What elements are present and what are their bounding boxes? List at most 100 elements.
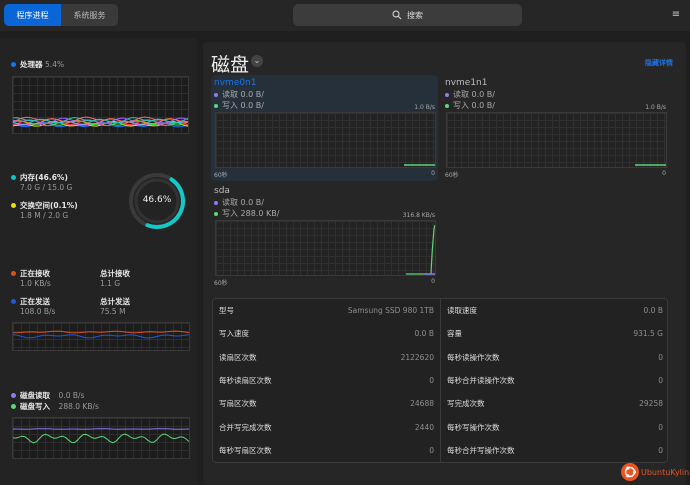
info-key: 写入速度	[219, 328, 249, 339]
top-bar: 程序进程 系统服务 搜索 ≡	[0, 0, 690, 31]
info-row: 每秒读操作次数 0	[441, 346, 669, 369]
disk-chart	[446, 112, 667, 168]
info-key: 每秒合并写操作次数	[447, 445, 515, 456]
info-value: 2122620	[401, 353, 434, 362]
net-recv: 正在接收	[11, 268, 50, 279]
info-key: 每秒写扇区次数	[219, 445, 272, 456]
disk-chart-max: 1.0 B/s	[214, 104, 435, 111]
memory-ring-label: 46.6%	[127, 195, 187, 205]
memory-value: 7.0 G / 15.0 G	[20, 183, 72, 192]
info-key: 型号	[219, 305, 234, 316]
disk-read-line	[13, 429, 189, 430]
disk-read-line: 读取 0.0 B/	[214, 197, 264, 208]
info-value: 0	[658, 423, 663, 432]
info-value: 0	[429, 376, 434, 385]
disk-write-title: 磁盘写入	[20, 402, 50, 411]
info-key: 每秒读扇区次数	[219, 375, 272, 386]
network-chart	[12, 322, 190, 351]
memory-label: 内存(46.6%)	[11, 172, 68, 183]
recv-title: 正在接收	[20, 269, 50, 278]
read-dot	[214, 201, 218, 205]
disk-chart-xend: 0	[214, 278, 435, 285]
write-line	[406, 225, 435, 274]
chevron-down-icon[interactable]: ⌄	[251, 55, 263, 67]
info-key: 每秒合并读操作次数	[447, 375, 515, 386]
send-title: 正在发送	[20, 297, 50, 306]
hide-details-link[interactable]: 隐藏详情	[645, 58, 673, 68]
swap-title: 交换空间(0.1%)	[20, 201, 78, 210]
info-key: 合并写完成次数	[219, 422, 272, 433]
disk-info-table: 型号 Samsung SSD 980 1TB 写入速度 0.0 B 读扇区次数 21226…	[212, 298, 668, 463]
disk-read-value: 0.0 B/s	[59, 391, 85, 400]
info-value: 2440	[415, 423, 434, 432]
disk-write-line	[13, 434, 189, 443]
disk-chart	[215, 112, 436, 168]
tab-services[interactable]: 系统服务	[61, 4, 118, 26]
disk-chart-max: 316.8 KB/s	[214, 212, 435, 219]
info-row: 写完成次数29258	[441, 392, 669, 415]
logo-text: UbuntuKylin	[641, 468, 689, 477]
disk-write: 磁盘写入 288.0 KB/s	[11, 401, 99, 412]
info-value: Samsung SSD 980 1TB	[348, 306, 434, 315]
disk-read-text: 读取 0.0 B/	[222, 90, 264, 99]
total-send-value: 75.5 M	[100, 307, 126, 316]
page-title: 磁盘	[211, 50, 249, 77]
info-value: 0	[658, 353, 663, 362]
memory-title: 内存(46.6%)	[20, 173, 68, 182]
disk-read-line: 读取 0.0 B/	[214, 89, 264, 100]
net-send: 正在发送	[11, 296, 50, 307]
send-dot	[11, 299, 16, 304]
send-line	[13, 335, 189, 338]
disk-chart-xend: 0	[214, 170, 435, 177]
total-recv-title: 总计接收	[100, 268, 130, 279]
info-key: 容量	[447, 328, 462, 339]
info-value: 0	[658, 446, 663, 455]
ubuntukylin-logo: UbuntuKylin	[621, 463, 689, 481]
recv-dot	[11, 271, 16, 276]
disk-name[interactable]: nvme0n1	[214, 78, 257, 88]
disk-chart-xend: 0	[445, 170, 666, 177]
disk-chart-max: 1.0 B/s	[445, 104, 666, 111]
cpu-dot	[11, 62, 16, 67]
tab-processes[interactable]: 程序进程	[4, 4, 61, 26]
cpu-title: 处理器	[20, 60, 43, 69]
info-value: 29258	[639, 399, 663, 408]
search-input[interactable]: 搜索	[293, 4, 522, 26]
disk-write-value: 288.0 KB/s	[59, 402, 99, 411]
info-row: 读扇区次数 2122620	[213, 346, 440, 369]
swap-label: 交换空间(0.1%)	[11, 200, 78, 211]
info-key: 每秒写操作次数	[447, 422, 500, 433]
view-tabs: 程序进程 系统服务	[4, 4, 118, 26]
info-key: 读扇区次数	[219, 352, 257, 363]
info-row: 型号 Samsung SSD 980 1TB	[213, 299, 440, 322]
info-row: 每秒写扇区次数0	[213, 439, 440, 462]
recv-line	[13, 331, 189, 333]
disk-chart	[215, 220, 436, 276]
disk-read-dot	[11, 393, 16, 398]
search-icon	[392, 10, 402, 20]
disk-name[interactable]: sda	[214, 186, 230, 196]
info-column-left: 型号 Samsung SSD 980 1TB 写入速度 0.0 B 读扇区次数 21226…	[213, 299, 441, 462]
info-row: 每秒合并写操作次数 0	[441, 439, 669, 462]
disk-io-chart	[12, 417, 190, 459]
swap-value: 1.8 M / 2.0 G	[20, 211, 68, 220]
disk-read-title: 磁盘读取	[20, 391, 50, 400]
cpu-label: 处理器 5.4%	[11, 59, 64, 70]
recv-value: 1.0 KB/s	[20, 279, 51, 288]
info-key: 写扇区次数	[219, 398, 257, 409]
cpu-value: 5.4%	[45, 60, 64, 69]
disk-name[interactable]: nvme1n1	[445, 78, 488, 88]
total-send-title: 总计发送	[100, 296, 130, 307]
info-value: 24688	[410, 399, 434, 408]
search-placeholder: 搜索	[407, 10, 423, 21]
info-row: 写入速度 0.0 B	[213, 322, 440, 345]
disk-read-text: 读取 0.0 B/	[222, 198, 264, 207]
cpu-chart	[12, 76, 189, 134]
info-key: 每秒读操作次数	[447, 352, 500, 363]
swap-dot	[11, 203, 16, 208]
info-key: 读取速度	[447, 305, 477, 316]
disk-read-line: 读取 0.0 B/	[445, 89, 495, 100]
info-value: 0.0 B	[415, 329, 434, 338]
menu-icon[interactable]: ≡	[670, 9, 682, 21]
info-row: 写扇区次数 24688	[213, 392, 440, 415]
